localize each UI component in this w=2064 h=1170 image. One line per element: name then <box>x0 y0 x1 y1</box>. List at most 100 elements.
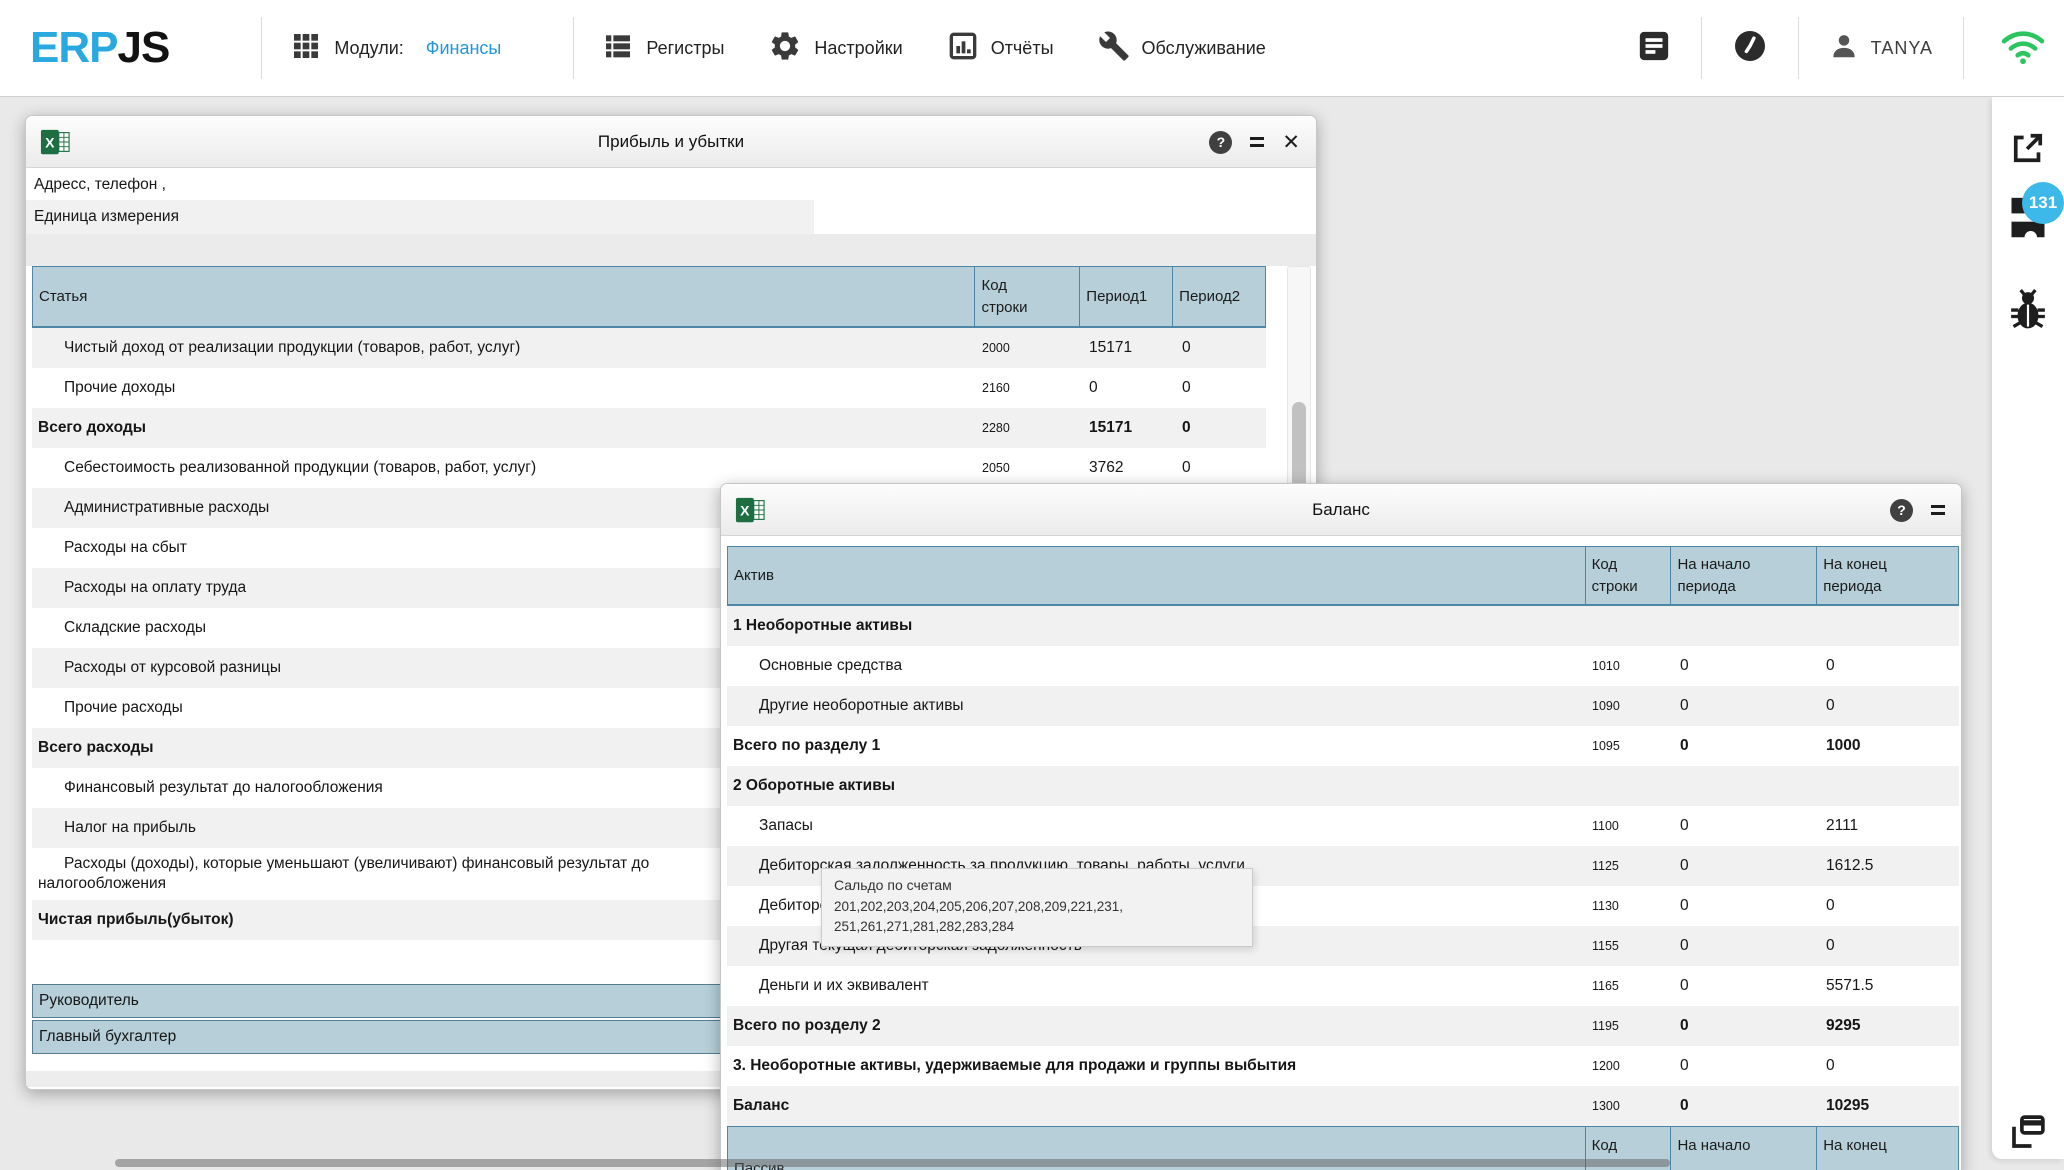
excel-icon: X <box>40 127 70 162</box>
table-body: 1 Необоротные активы Основные средства 1… <box>727 606 1959 1126</box>
maintenance-wrench-icon <box>1098 30 1130 67</box>
row-value-2: 1612.5 <box>1817 857 1959 875</box>
inbox-badge: 131 <box>2022 182 2064 224</box>
row-value-2: 0 <box>1173 379 1266 397</box>
header-period-end: На конец периода <box>1816 547 1958 604</box>
journal-icon[interactable] <box>1637 29 1671 68</box>
row-value-1: 0 <box>1671 977 1817 995</box>
row-code: 1125 <box>1585 859 1671 873</box>
row-value-2: 9295 <box>1817 1017 1959 1035</box>
row-code: 1095 <box>1585 739 1671 753</box>
address-line: Адресс, телефон , <box>34 176 166 194</box>
settings-gear-icon <box>768 29 802 68</box>
table-row: Деньги и их эквивалент 1165 0 5571.5 <box>727 966 1959 1006</box>
accounts-tooltip: Сальдо по счетам 201,202,203,204,205,206… <box>821 868 1253 947</box>
header-asset: Актив <box>728 547 1585 604</box>
header-period2: Период2 <box>1172 267 1265 326</box>
row-code: 1010 <box>1585 659 1671 673</box>
row-label: Основные средства <box>727 650 1585 682</box>
svg-text:X: X <box>740 503 750 519</box>
row-value-1: 3762 <box>1080 459 1173 477</box>
menu-reports[interactable]: Отчёты <box>947 30 1054 67</box>
minimize-button[interactable] <box>1250 133 1264 151</box>
row-code: 1165 <box>1585 979 1671 993</box>
header-period-start: На начало <box>1670 1127 1816 1170</box>
app-logo[interactable]: ERPJS <box>30 23 169 73</box>
row-value-2: 0 <box>1173 339 1266 357</box>
unit-label: Единица измерения <box>26 200 814 234</box>
balance-asset-table: Актив Код строки На начало периода На ко… <box>727 546 1959 1170</box>
table-row: Всего по розделу 2 1195 0 9295 <box>727 1006 1959 1046</box>
help-button[interactable]: ? <box>1209 131 1232 154</box>
logo-erp: ERP <box>30 23 117 72</box>
row-code: 2000 <box>975 341 1080 355</box>
open-external-icon[interactable] <box>2007 127 2049 174</box>
row-label: 2 Оборотные активы <box>727 770 1585 802</box>
row-value-2: 10295 <box>1817 1097 1959 1115</box>
header-article: Статья <box>33 267 974 326</box>
row-code: 1130 <box>1585 899 1671 913</box>
bug-report-icon[interactable] <box>2006 287 2050 340</box>
row-value-1: 15171 <box>1080 419 1173 437</box>
cascade-windows-icon[interactable] <box>2007 1111 2049 1158</box>
profit-loss-titlebar[interactable]: X Прибыль и убытки ? ✕ <box>26 116 1316 168</box>
menu-reports-label: Отчёты <box>991 38 1054 59</box>
row-label: Всего доходы <box>32 412 975 444</box>
user-menu[interactable]: TANYA <box>1829 31 1933 66</box>
tooltip-accounts-line1: 201,202,203,204,205,206,207,208,209,221,… <box>834 897 1240 917</box>
menu-settings[interactable]: Настройки <box>768 29 902 68</box>
topbar-divider <box>573 17 574 79</box>
table-row: 3. Необоротные активы, удерживаемые для … <box>727 1046 1959 1086</box>
help-button[interactable]: ? <box>1890 499 1913 522</box>
row-label: Баланс <box>727 1090 1585 1122</box>
row-code: 1300 <box>1585 1099 1671 1113</box>
topbar-right-cluster: TANYA <box>1637 17 2046 79</box>
row-label: Запасы <box>727 810 1585 842</box>
reports-chart-icon <box>947 30 979 67</box>
menu-registers-label: Регистры <box>646 38 724 59</box>
row-value-1: 0 <box>1671 737 1817 755</box>
row-value-2: 0 <box>1173 459 1266 477</box>
row-label: Другие необоротные активы <box>727 690 1585 722</box>
row-label: Всего по разделу 1 <box>727 730 1585 762</box>
row-label: Всего по розделу 2 <box>727 1010 1585 1042</box>
tooltip-title: Сальдо по счетам <box>834 877 1240 893</box>
table-row: Прочие доходы 2160 0 0 <box>32 368 1266 408</box>
balance-titlebar[interactable]: X Баланс ? <box>721 484 1961 536</box>
row-value-2: 5571.5 <box>1817 977 1959 995</box>
row-label: 3. Необоротные активы, удерживаемые для … <box>727 1050 1585 1082</box>
row-value-2: 0 <box>1817 937 1959 955</box>
menu-settings-label: Настройки <box>814 38 902 59</box>
active-module-link[interactable]: Финансы <box>426 38 502 59</box>
row-code: 1090 <box>1585 699 1671 713</box>
table-row: 2 Оборотные активы <box>727 766 1959 806</box>
row-value-1: 0 <box>1671 1017 1817 1035</box>
horizontal-scrollbar-thumb[interactable] <box>115 1159 1670 1167</box>
minimize-button[interactable] <box>1931 501 1945 519</box>
right-toolbar: 131 <box>1992 97 2064 1159</box>
row-code: 1155 <box>1585 939 1671 953</box>
row-label: Себестоимость реализованной продукции (т… <box>32 452 975 484</box>
table-row: Запасы 1100 0 2111 <box>727 806 1959 846</box>
modules-label: Модули: <box>334 38 403 59</box>
topbar-divider <box>1798 17 1799 79</box>
table-header: Статья Код строки Период1 Период2 <box>32 266 1266 328</box>
row-code: 2160 <box>975 381 1080 395</box>
menu-registers[interactable]: Регистры <box>602 30 724 67</box>
table-row: 1 Необоротные активы <box>727 606 1959 646</box>
menu-maintenance[interactable]: Обслуживание <box>1098 30 1266 67</box>
history-clock-icon[interactable] <box>1732 28 1768 69</box>
close-button[interactable]: ✕ <box>1282 132 1300 153</box>
unit-field[interactable]: Единица измерения <box>26 200 814 234</box>
row-code: 2050 <box>975 461 1080 475</box>
modules-menu[interactable]: Модули: Финансы <box>290 30 501 67</box>
row-value-1: 15171 <box>1080 339 1173 357</box>
row-value-2: 0 <box>1817 657 1959 675</box>
row-value-2: 0 <box>1817 1057 1959 1075</box>
row-label: Чистый доход от реализации продукции (то… <box>32 332 975 364</box>
user-name: TANYA <box>1871 38 1933 59</box>
table-row: Себестоимость реализованной продукции (т… <box>32 448 1266 488</box>
window-controls: ? <box>1890 484 1945 536</box>
excel-icon: X <box>735 495 765 530</box>
registers-list-icon <box>602 30 634 67</box>
